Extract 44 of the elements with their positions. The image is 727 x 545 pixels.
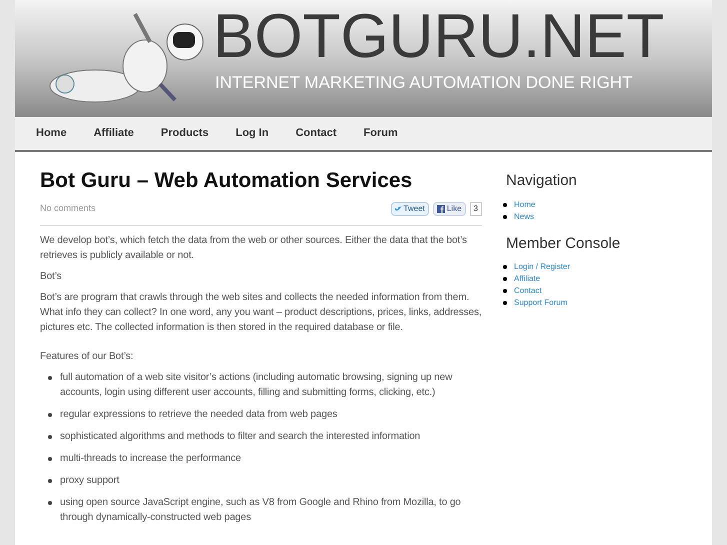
post-paragraph: Bot’s	[40, 270, 63, 284]
feature-item: proxy support	[60, 474, 120, 488]
nav-link[interactable]: Products	[160, 125, 209, 142]
post-paragraph: Bot’s are program that crawls through the web sites and collects the needed information from them. What info they can collect? In one word, any you want – product descriptions, prices, links, addresses, pictures etc. The collected information is then stored in the required database or file.	[40, 291, 482, 335]
site-logo[interactable]: BOTGURU.NET	[213, 4, 664, 70]
bullet-icon	[503, 214, 507, 218]
bullet-icon	[503, 301, 507, 305]
feature-item: sophisticated algorithms and methods to filter and search the interested information	[60, 430, 420, 444]
post-paragraph: We develop bot’s, which fetch the data from the web or other sources. Either the data that the bot’s retrieves is publicly available or not.	[40, 234, 468, 263]
post-title: Bot Guru – Web Automation Services	[40, 168, 414, 194]
nav-link[interactable]: Log In	[236, 125, 269, 142]
feature-item: full automation of a web site visitor’s actions (including automatic browsing, signing up new accounts, login using different user accounts, filling and submitting forms, clicking, etc.)	[60, 371, 454, 400]
feature-item: regular expressions to retrieve the needed data from web pages	[60, 408, 338, 422]
sidebar-link[interactable]: Login / Register	[514, 261, 570, 273]
bullet-icon	[48, 376, 52, 380]
like-count: 3	[470, 202, 482, 216]
nav-link[interactable]: Forum	[364, 125, 398, 142]
widget-title: Navigation	[506, 171, 578, 191]
sidebar-link[interactable]: Support Forum	[514, 297, 568, 309]
bird-icon	[394, 206, 402, 212]
bullet-icon	[48, 413, 52, 417]
bullet-icon	[503, 202, 507, 206]
bullet-icon	[48, 457, 52, 461]
site-tagline: INTERNET MARKETING AUTOMATION DONE RIGHT	[215, 72, 634, 94]
feature-item: using open source JavaScript engine, such as V8 from Google and Rhino from Mozilla, to go through dynamically-constructed web pages	[60, 496, 462, 525]
bullet-icon	[48, 435, 52, 439]
nav-link[interactable]: Contact	[296, 125, 337, 142]
bullet-icon	[503, 265, 507, 269]
facebook-icon	[436, 205, 445, 213]
bullet-icon	[503, 277, 507, 281]
sidebar-link[interactable]: Affiliate	[514, 273, 540, 285]
bullet-icon	[503, 289, 507, 293]
tweet-button[interactable]: Tweet	[390, 202, 429, 216]
widget-title: Member Console	[506, 234, 620, 254]
features-heading: Features of our Bot’s:	[40, 350, 134, 364]
bullet-icon	[48, 479, 52, 483]
feature-item: multi-threads to increase the performance	[60, 452, 241, 466]
bullet-icon	[48, 501, 52, 505]
nav-link[interactable]: Affiliate	[94, 125, 134, 142]
sidebar-link[interactable]: News	[514, 210, 534, 222]
like-button[interactable]: Like	[432, 202, 466, 216]
nav-link[interactable]: Home	[36, 125, 67, 142]
sidebar-link[interactable]: Home	[514, 198, 536, 210]
sidebar-link[interactable]: Contact	[514, 285, 542, 297]
